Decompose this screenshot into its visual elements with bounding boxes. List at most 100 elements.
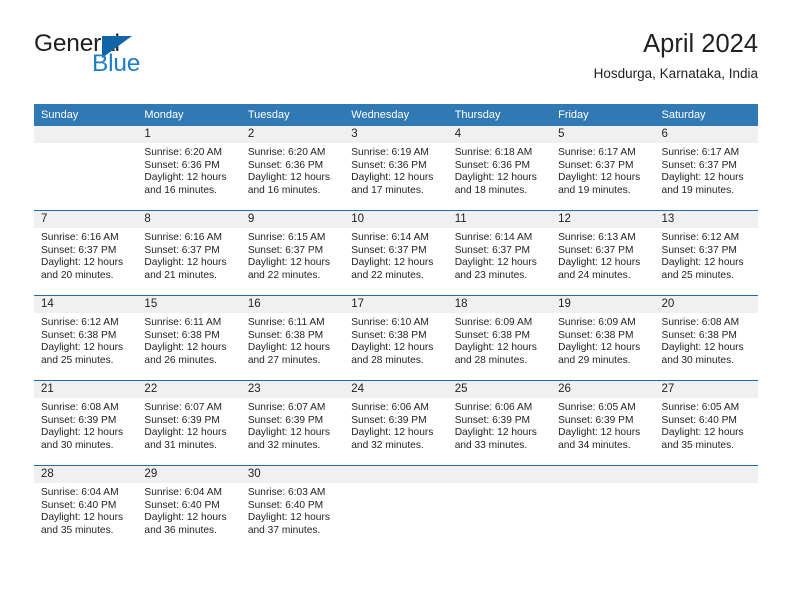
sunset-text: Sunset: 6:40 PM: [661, 414, 737, 426]
day-cell-inner: 26 Sunrise: 6:05 AM Sunset: 6:39 PM Dayligh…: [551, 381, 655, 465]
calendar-day-cell[interactable]: 24 Sunrise: 6:06 AM Sunset: 6:39 PM Dayligh…: [344, 380, 448, 466]
daylight-text-line1: Daylight: 12 hours: [144, 512, 227, 524]
day-cell-inner: 14 Sunrise: 6:12 AM Sunset: 6:38 PM Dayligh…: [34, 296, 138, 380]
calendar-day-cell[interactable]: 21 Sunrise: 6:08 AM Sunset: 6:39 PM Dayligh…: [34, 380, 138, 466]
calendar-day-cell[interactable]: 23 Sunrise: 6:07 AM Sunset: 6:39 PM Dayligh…: [240, 380, 345, 466]
calendar-day-cell[interactable]: 11 Sunrise: 6:14 AM Sunset: 6:37 PM Dayligh…: [447, 210, 552, 296]
daylight-text-line1: Daylight: 12 hours: [351, 427, 434, 439]
day-cell-inner: 11 Sunrise: 6:14 AM Sunset: 6:37 PM Dayligh…: [447, 211, 552, 295]
daylight-text-line2: and 33 minutes.: [454, 439, 528, 451]
daylight-text-line2: and 19 minutes.: [558, 184, 631, 196]
day-number: 18: [447, 296, 552, 313]
sunset-text: Sunset: 6:37 PM: [144, 244, 220, 256]
calendar-day-cell[interactable]: 22 Sunrise: 6:07 AM Sunset: 6:39 PM Dayligh…: [137, 380, 241, 466]
daylight-text-line1: Daylight: 12 hours: [558, 172, 641, 184]
calendar-day-cell[interactable]: 10 Sunrise: 6:14 AM Sunset: 6:37 PM Dayligh…: [344, 210, 448, 296]
calendar-day-cell[interactable]: 19 Sunrise: 6:09 AM Sunset: 6:38 PM Dayligh…: [551, 295, 655, 381]
calendar-day-cell[interactable]: 12 Sunrise: 6:13 AM Sunset: 6:37 PM Dayligh…: [551, 210, 655, 296]
day-cell-inner: 27 Sunrise: 6:05 AM Sunset: 6:40 PM Dayligh…: [654, 381, 758, 465]
day-number: 2: [240, 126, 345, 143]
calendar-day-cell[interactable]: 29 Sunrise: 6:04 AM Sunset: 6:40 PM Dayligh…: [137, 465, 241, 550]
daylight-text-line2: and 36 minutes.: [144, 524, 217, 536]
calendar-day-cell[interactable]: 9 Sunrise: 6:15 AM Sunset: 6:37 PM Daylight…: [240, 210, 345, 296]
sunrise-text: Sunrise: 6:12 AM: [41, 317, 119, 328]
sunrise-text: Sunrise: 6:12 AM: [661, 232, 740, 243]
day-cell-inner: [551, 466, 655, 550]
calendar-day-cell[interactable]: 25 Sunrise: 6:06 AM Sunset: 6:39 PM Dayligh…: [447, 380, 552, 466]
calendar-week-row: 7 Sunrise: 6:16 AM Sunset: 6:37 PM Daylight…: [34, 210, 758, 296]
daylight-text-line2: and 22 minutes.: [247, 269, 321, 281]
calendar-day-cell[interactable]: 14 Sunrise: 6:12 AM Sunset: 6:38 PM Dayligh…: [34, 295, 138, 381]
day-details: Sunrise: 6:19 AM Sunset: 6:36 PM Daylight:…: [344, 143, 447, 197]
day-details: Sunrise: 6:04 AM Sunset: 6:40 PM Daylight:…: [137, 483, 240, 537]
day-cell-inner: 30 Sunrise: 6:03 AM Sunset: 6:40 PM Dayligh…: [240, 466, 345, 550]
calendar-day-cell[interactable]: 5 Sunrise: 6:17 AM Sunset: 6:37 PM Daylight…: [551, 126, 655, 211]
day-cell-inner: 5 Sunrise: 6:17 AM Sunset: 6:37 PM Daylight…: [551, 126, 655, 210]
day-details: Sunrise: 6:08 AM Sunset: 6:39 PM Daylight:…: [34, 398, 137, 452]
sunrise-text: Sunrise: 6:16 AM: [41, 232, 119, 243]
calendar-day-cell[interactable]: 1 Sunrise: 6:20 AM Sunset: 6:36 PM Daylight…: [137, 126, 241, 211]
sunset-text: Sunset: 6:40 PM: [247, 499, 324, 511]
calendar-day-cell[interactable]: 26 Sunrise: 6:05 AM Sunset: 6:39 PM Dayligh…: [551, 380, 655, 466]
daylight-text-line2: and 24 minutes.: [558, 269, 631, 281]
calendar-cell-empty: [654, 465, 758, 550]
sunset-text: Sunset: 6:37 PM: [454, 244, 531, 256]
sunset-text: Sunset: 6:39 PM: [351, 414, 427, 426]
calendar-day-cell[interactable]: 17 Sunrise: 6:10 AM Sunset: 6:38 PM Dayligh…: [344, 295, 448, 381]
daylight-text-line2: and 20 minutes.: [41, 269, 114, 281]
calendar-day-cell[interactable]: 30 Sunrise: 6:03 AM Sunset: 6:40 PM Dayligh…: [240, 465, 345, 550]
daylight-text-line1: Daylight: 12 hours: [558, 257, 641, 269]
daylight-text-line1: Daylight: 12 hours: [351, 257, 434, 269]
day-cell-inner: 16 Sunrise: 6:11 AM Sunset: 6:38 PM Dayligh…: [240, 296, 345, 380]
day-cell-inner: [34, 126, 138, 210]
calendar-day-cell[interactable]: 7 Sunrise: 6:16 AM Sunset: 6:37 PM Daylight…: [34, 210, 138, 296]
daylight-text-line1: Daylight: 12 hours: [454, 257, 537, 269]
day-number: 9: [240, 211, 345, 228]
day-details: Sunrise: 6:05 AM Sunset: 6:40 PM Daylight:…: [655, 398, 758, 452]
sunset-text: Sunset: 6:40 PM: [144, 499, 220, 511]
day-cell-inner: 25 Sunrise: 6:06 AM Sunset: 6:39 PM Dayligh…: [447, 381, 552, 465]
daylight-text-line2: and 18 minutes.: [454, 184, 528, 196]
sunset-text: Sunset: 6:37 PM: [247, 244, 324, 256]
sunrise-text: Sunrise: 6:14 AM: [454, 232, 533, 243]
sunrise-text: Sunrise: 6:10 AM: [351, 317, 429, 328]
sunset-text: Sunset: 6:36 PM: [144, 159, 220, 171]
day-number: 11: [447, 211, 552, 228]
calendar-day-cell[interactable]: 3 Sunrise: 6:19 AM Sunset: 6:36 PM Daylight…: [344, 126, 448, 211]
calendar-day-cell[interactable]: 6 Sunrise: 6:17 AM Sunset: 6:37 PM Daylight…: [654, 126, 758, 211]
day-cell-inner: 3 Sunrise: 6:19 AM Sunset: 6:36 PM Daylight…: [344, 126, 448, 210]
calendar-day-cell[interactable]: 2 Sunrise: 6:20 AM Sunset: 6:36 PM Daylight…: [240, 126, 345, 211]
daylight-text-line1: Daylight: 12 hours: [247, 427, 330, 439]
calendar-day-cell[interactable]: 18 Sunrise: 6:09 AM Sunset: 6:38 PM Dayligh…: [447, 295, 552, 381]
day-number: [344, 466, 448, 483]
day-cell-inner: 23 Sunrise: 6:07 AM Sunset: 6:39 PM Dayligh…: [240, 381, 345, 465]
calendar-day-cell[interactable]: 20 Sunrise: 6:08 AM Sunset: 6:38 PM Dayligh…: [654, 295, 758, 381]
daylight-text-line1: Daylight: 12 hours: [247, 512, 330, 524]
daylight-text-line1: Daylight: 12 hours: [454, 427, 537, 439]
sunset-text: Sunset: 6:37 PM: [558, 244, 634, 256]
calendar-day-cell[interactable]: 8 Sunrise: 6:16 AM Sunset: 6:37 PM Daylight…: [137, 210, 241, 296]
day-number: 25: [447, 381, 552, 398]
day-details: Sunrise: 6:18 AM Sunset: 6:36 PM Daylight:…: [448, 143, 551, 197]
day-number: 13: [654, 211, 758, 228]
calendar-day-cell[interactable]: 27 Sunrise: 6:05 AM Sunset: 6:40 PM Dayligh…: [654, 380, 758, 466]
calendar-day-cell[interactable]: 15 Sunrise: 6:11 AM Sunset: 6:38 PM Dayligh…: [137, 295, 241, 381]
general-blue-logo[interactable]: General Blue: [34, 30, 214, 86]
sunrise-text: Sunrise: 6:09 AM: [558, 317, 636, 328]
calendar-day-cell[interactable]: 13 Sunrise: 6:12 AM Sunset: 6:37 PM Dayligh…: [654, 210, 758, 296]
calendar-day-cell[interactable]: 28 Sunrise: 6:04 AM Sunset: 6:40 PM Dayligh…: [34, 465, 138, 550]
sunrise-text: Sunrise: 6:11 AM: [144, 317, 222, 328]
day-details: Sunrise: 6:12 AM Sunset: 6:38 PM Daylight:…: [34, 313, 137, 367]
sunset-text: Sunset: 6:37 PM: [41, 244, 117, 256]
sunrise-text: Sunrise: 6:07 AM: [247, 402, 326, 413]
day-details: Sunrise: 6:17 AM Sunset: 6:37 PM Daylight:…: [551, 143, 654, 197]
sunrise-text: Sunrise: 6:06 AM: [351, 402, 429, 413]
day-number: [654, 466, 758, 483]
sunset-text: Sunset: 6:40 PM: [41, 499, 117, 511]
daylight-text-line2: and 35 minutes.: [661, 439, 735, 451]
calendar-day-cell[interactable]: 4 Sunrise: 6:18 AM Sunset: 6:36 PM Daylight…: [447, 126, 552, 211]
day-number: 27: [654, 381, 758, 398]
calendar-day-cell[interactable]: 16 Sunrise: 6:11 AM Sunset: 6:38 PM Dayligh…: [240, 295, 345, 381]
daylight-text-line1: Daylight: 12 hours: [351, 342, 434, 354]
sunrise-text: Sunrise: 6:04 AM: [41, 487, 119, 498]
